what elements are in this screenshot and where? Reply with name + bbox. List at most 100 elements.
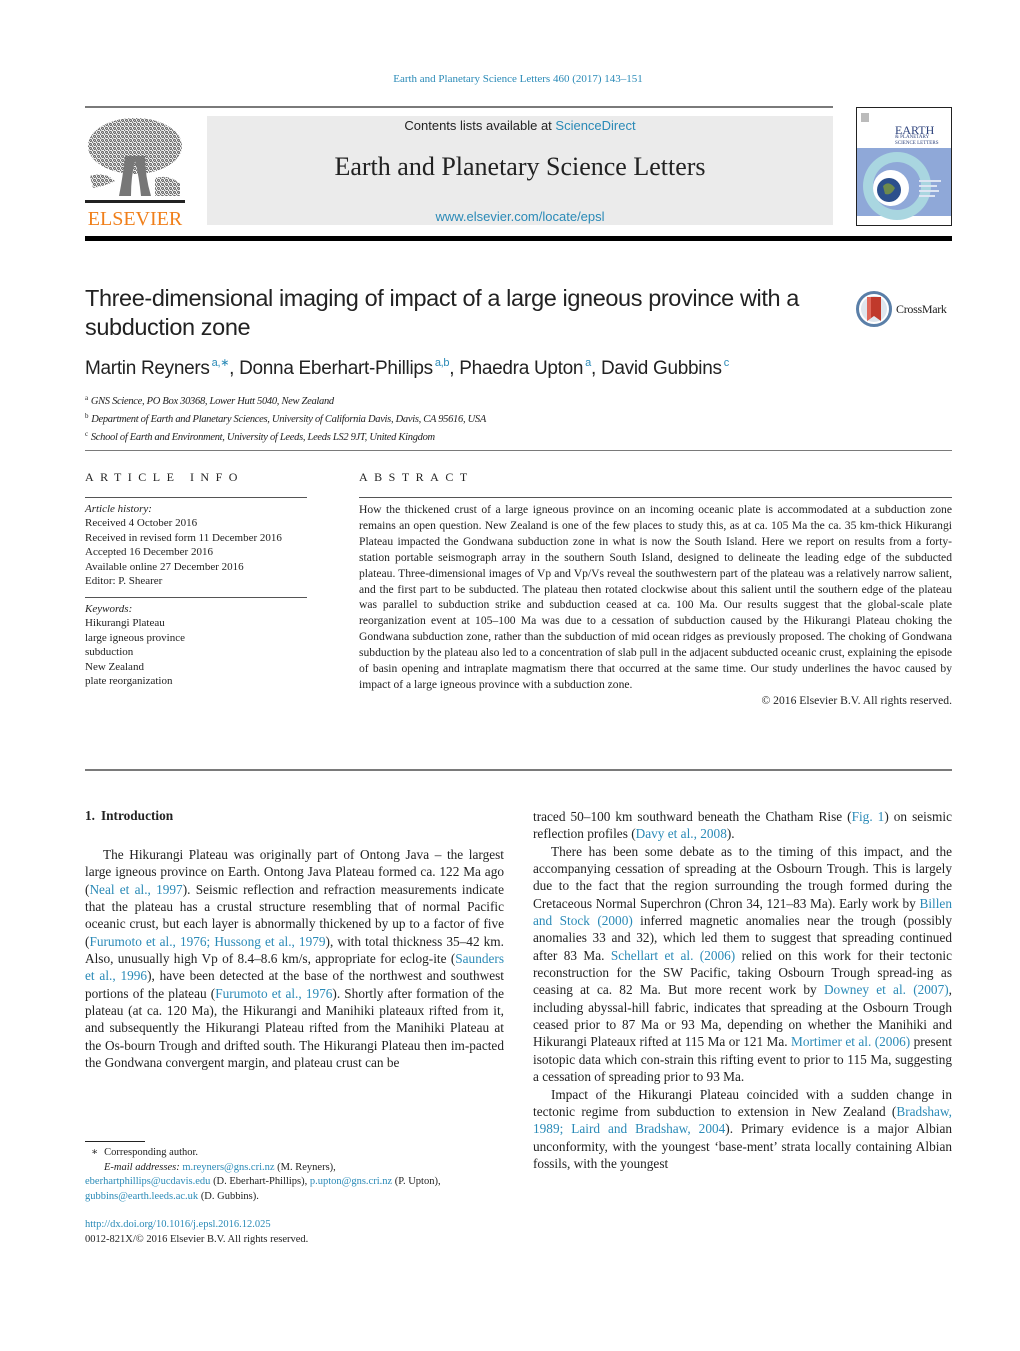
- citation-link[interactable]: Downey et al. (2007): [824, 982, 949, 997]
- footnote-rule: [85, 1141, 145, 1142]
- body-column-right: traced 50–100 km southward beneath the C…: [533, 808, 952, 1172]
- elsevier-logo[interactable]: ELSEVIER: [85, 116, 185, 230]
- author-name[interactable]: David Gubbins: [601, 358, 722, 379]
- email-owner: (D. Eberhart-Phillips),: [213, 1176, 308, 1187]
- body-text: traced 50–100 km southward beneath the C…: [533, 809, 852, 824]
- masthead-rule: [85, 106, 833, 108]
- body-text: There has been some debate as to the tim…: [533, 843, 952, 911]
- keyword-item: Hikurangi Plateau: [85, 617, 165, 630]
- abstract-copyright: © 2016 Elsevier B.V. All rights reserved…: [761, 693, 952, 707]
- editor-line: Editor: P. Shearer: [85, 575, 163, 588]
- corresponding-author-note: ∗ Corresponding author.: [85, 1146, 515, 1161]
- history-item: Available online 27 December 2016: [85, 560, 244, 573]
- contents-available-line: Contents lists available at ScienceDirec…: [207, 118, 833, 133]
- article-history-label: Article history:: [85, 503, 152, 515]
- masthead-thick-rule: [85, 236, 952, 241]
- body-divider: [85, 769, 952, 771]
- email-line: E-mail addresses: m.reyners@gns.cri.nz (…: [85, 1161, 515, 1176]
- history-item: Received in revised form 11 December 201…: [85, 531, 282, 544]
- article-info-heading: ARTICLE INFO: [85, 470, 244, 484]
- paper-title: Three-dimensional imaging of impact of a…: [85, 285, 799, 340]
- keyword-item: New Zealand: [85, 660, 144, 673]
- email-link[interactable]: gubbins@earth.leeds.ac.uk: [85, 1191, 198, 1202]
- elsevier-tree-icon: [85, 118, 185, 203]
- section-heading: 1. Introduction: [85, 808, 173, 824]
- author-affiliation-marker[interactable]: a,b: [435, 357, 450, 369]
- author-affiliation-marker[interactable]: c: [724, 357, 730, 369]
- body-paragraph: traced 50–100 km southward beneath the C…: [533, 808, 952, 843]
- cover-title: EARTH & PLANETARY SCIENCE LETTERS: [895, 124, 939, 147]
- section-title: Introduction: [100, 808, 174, 823]
- email-owner: (M. Reyners),: [277, 1161, 336, 1173]
- body-paragraph: The Hikurangi Plateau was originally par…: [85, 846, 504, 1071]
- section-number: 1.: [85, 808, 95, 823]
- abstract-text: How the thickened crust of a large igneo…: [359, 503, 952, 691]
- affiliation-key: c: [85, 430, 88, 438]
- contents-prefix: Contents lists available at: [404, 118, 556, 133]
- journal-citation[interactable]: Earth and Planetary Science Letters 460 …: [0, 73, 1020, 85]
- body-paragraph: There has been some debate as to the tim…: [533, 843, 952, 1086]
- corresponding-author-text: Corresponding author.: [104, 1147, 199, 1158]
- journal-url-link[interactable]: www.elsevier.com/locate/epsl: [207, 209, 833, 224]
- elsevier-wordmark: ELSEVIER: [87, 208, 183, 230]
- email-link[interactable]: m.reyners@gns.cri.nz: [182, 1162, 274, 1173]
- journal-masthead: Contents lists available at ScienceDirec…: [207, 116, 833, 225]
- citation-link[interactable]: Neal et al., 1997: [89, 882, 182, 897]
- section-divider: [85, 450, 952, 451]
- footnote-star: ∗: [91, 1147, 99, 1158]
- body-paragraph: Impact of the Hikurangi Plateau coincide…: [533, 1086, 952, 1173]
- abstract-heading: ABSTRACT: [359, 470, 474, 484]
- history-item: Accepted 16 December 2016: [85, 546, 213, 559]
- body-column-left: The Hikurangi Plateau was originally par…: [85, 846, 504, 1071]
- affiliation-item: a GNS Science, PO Box 30368, Lower Hutt 5…: [85, 391, 486, 409]
- affiliation-item: b Department of Earth and Planetary Scien…: [85, 409, 486, 427]
- author-list: Martin Reyners a,∗, Donna Eberhart-Philli…: [85, 357, 730, 379]
- email-link[interactable]: eberhartphillips@ucdavis.edu: [85, 1176, 210, 1187]
- issn-copyright: 0012-821X/© 2016 Elsevier B.V. All right…: [85, 1233, 309, 1245]
- author-affiliation-marker[interactable]: a: [585, 357, 591, 369]
- abstract-rule: [359, 497, 952, 498]
- email-line: gubbins@earth.leeds.ac.uk (D. Gubbins).: [85, 1190, 515, 1205]
- email-owner: (D. Gubbins).: [200, 1190, 259, 1202]
- email-line: eberhartphillips@ucdavis.edu (D. Eberhar…: [85, 1175, 515, 1190]
- footnotes: ∗ Corresponding author. E-mail addresses:…: [85, 1146, 515, 1204]
- citation-link[interactable]: Furumoto et al., 1976: [215, 986, 332, 1001]
- doi-block: http://dx.doi.org/10.1016/j.epsl.2016.12…: [85, 1218, 308, 1247]
- author-affiliation-marker[interactable]: a,∗: [212, 357, 230, 369]
- email-link[interactable]: p.upton@gns.cri.nz: [310, 1176, 392, 1187]
- email-label: E-mail addresses:: [104, 1161, 180, 1173]
- email-owner: (P. Upton),: [394, 1176, 441, 1187]
- article-info-rule: [85, 497, 307, 498]
- affiliation-key: a: [85, 394, 88, 402]
- citation-link[interactable]: Furumoto et al., 1976; Hussong et al., 1…: [89, 934, 325, 949]
- journal-title: Earth and Planetary Science Letters: [334, 152, 706, 181]
- keyword-item: plate reorganization: [85, 675, 173, 688]
- affiliation-text: Department of Earth and Planetary Scienc…: [91, 414, 486, 425]
- sciencedirect-link[interactable]: ScienceDirect: [555, 118, 635, 133]
- affiliation-text: School of Earth and Environment, Univers…: [90, 432, 435, 443]
- citation-link[interactable]: Davy et al., 2008: [636, 826, 727, 841]
- article-history: Article history: Received 4 October 2016…: [85, 502, 282, 588]
- history-item: Received 4 October 2016: [85, 517, 198, 530]
- doi-link[interactable]: http://dx.doi.org/10.1016/j.epsl.2016.12…: [85, 1218, 308, 1233]
- citation-link[interactable]: Schellart et al. (2006): [611, 948, 735, 963]
- abstract: How the thickened crust of a large igneo…: [359, 502, 952, 709]
- citation-link[interactable]: Mortimer et al. (2006): [791, 1034, 910, 1049]
- keywords-label: Keywords:: [85, 603, 133, 615]
- author-name[interactable]: Donna Eberhart-Phillips: [239, 358, 433, 379]
- journal-cover-thumbnail[interactable]: EARTH & PLANETARY SCIENCE LETTERS: [856, 107, 952, 226]
- citation-link[interactable]: Fig. 1: [852, 809, 885, 824]
- affiliation-text: GNS Science, PO Box 30368, Lower Hutt 50…: [90, 396, 334, 407]
- body-text: Impact of the Hikurangi Plateau coincide…: [533, 1086, 952, 1119]
- cover-title-line: SCIENCE LETTERS: [895, 141, 939, 146]
- affiliation-item: c School of Earth and Environment, Univer…: [85, 427, 486, 445]
- crossmark-icon: [856, 291, 892, 327]
- crossmark-button[interactable]: CrossMark: [856, 291, 956, 329]
- author-name[interactable]: Phaedra Upton: [459, 358, 583, 379]
- keyword-item: subduction: [85, 646, 134, 659]
- affiliation-key: b: [85, 412, 89, 420]
- author-name[interactable]: Martin Reyners: [85, 358, 210, 379]
- crossmark-label: CrossMark: [896, 302, 947, 316]
- keyword-item: large igneous province: [85, 631, 185, 644]
- article-info-rule: [85, 597, 307, 598]
